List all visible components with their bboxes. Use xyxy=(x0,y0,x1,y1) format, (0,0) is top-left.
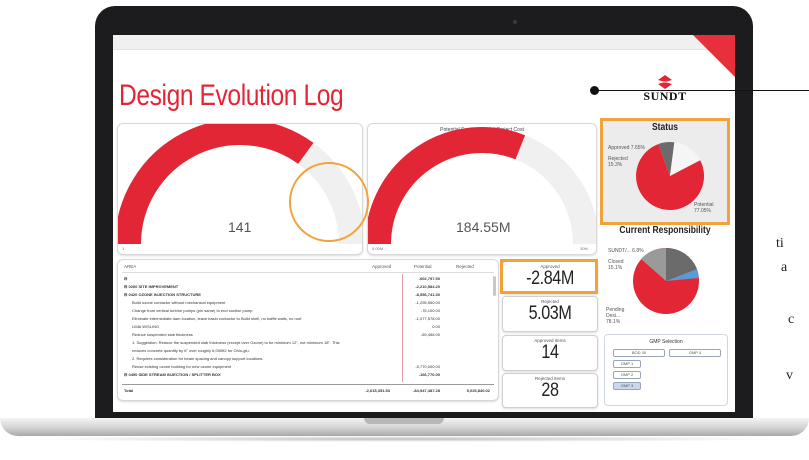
header-approved[interactable]: Approved xyxy=(372,264,391,269)
table-cell-potential: -1,295,550.00 xyxy=(415,300,440,305)
logo-text: SUNDT xyxy=(643,89,687,103)
table-cell-potential: -8,556,741.30 xyxy=(415,292,440,297)
highlight-box-status xyxy=(600,118,730,225)
header-divider xyxy=(122,272,494,273)
callout-line xyxy=(595,90,809,91)
total-approved: -2,615,351.53 xyxy=(365,388,390,393)
table-cell-potential: -1,077,578.00 xyxy=(415,316,440,321)
kpi-rejected[interactable]: Rejected 5.03M xyxy=(502,296,598,332)
side-text-fragment: ti xyxy=(776,236,784,251)
table-row-label[interactable]: ⊟ 0490 SIDE STREAM INJECTION / SPLITTER … xyxy=(124,372,221,377)
side-text-fragment: v xyxy=(786,368,793,383)
table-row-label[interactable]: Reduce suspended slab thickness xyxy=(132,332,193,337)
laptop-notch xyxy=(364,418,444,424)
header-area[interactable]: AREA xyxy=(124,264,136,269)
column-divider xyxy=(402,274,403,382)
dashboard-screen: Design Evolution Log SUNDT Open DEL Item… xyxy=(113,35,735,412)
kpi-value: 5.03M xyxy=(528,303,572,324)
gmp-title: GMP Selection xyxy=(649,339,683,345)
report-top-bar xyxy=(113,35,735,50)
gmp-button-gmp3[interactable]: GMP 3 xyxy=(613,382,641,390)
header-rejected[interactable]: Rejected xyxy=(456,264,474,269)
total-rejected: 5,025,840.02 xyxy=(466,388,490,393)
highlight-circle-gauge xyxy=(289,162,369,242)
gauge-value: 184.55M xyxy=(456,219,511,235)
header-potential[interactable]: Potential xyxy=(414,264,432,269)
kpi-value: 28 xyxy=(541,380,559,401)
total-divider xyxy=(122,384,494,385)
table-row-label[interactable]: Eliminate intermediate dam location, lea… xyxy=(132,316,301,321)
table-row-label[interactable]: 2. Requires consideration for beam spaci… xyxy=(132,356,263,361)
company-logo: SUNDT xyxy=(635,75,695,109)
laptop-shadow xyxy=(20,436,789,442)
webcam-icon xyxy=(513,20,517,24)
kpi-value: 14 xyxy=(541,342,559,363)
gmp-button-gmp2[interactable]: GMP 2 xyxy=(613,371,641,379)
gauge-max-label: 30M xyxy=(580,246,588,251)
gmp-button-gmp4[interactable]: GMP 4 xyxy=(669,349,721,357)
responsibility-label-closed: Closed 15.1% xyxy=(608,259,624,271)
table-cell-potential: 0.00 xyxy=(432,324,440,329)
table-row-label[interactable]: ⊟ 0420 OZONE INJECTION STRUCTURE xyxy=(124,292,201,297)
table-row-label[interactable]: ⊟ 0200 SITE IMPROVEMENT xyxy=(124,284,178,289)
gauge-min-label: 5.00M xyxy=(372,246,384,251)
table-row-label[interactable]: Reuse existing ozone building for new oz… xyxy=(132,364,231,369)
table-scrollbar[interactable] xyxy=(493,276,496,296)
side-text-fragment: a xyxy=(781,260,788,275)
kpi-approved-items[interactable]: Approved Items 14 xyxy=(502,335,598,371)
highlight-box-approved xyxy=(500,259,598,294)
gauge-min-label: 1 xyxy=(122,246,125,251)
responsibility-label-pending: Pending Desi... 78.1% xyxy=(606,307,625,325)
current-responsibility-card[interactable]: Current Responsibility SUNDT/... 6.8% Cl… xyxy=(602,223,728,333)
page-title: Design Evolution Log xyxy=(119,79,344,112)
del-table[interactable]: AREA Approved Potential Rejected Total -… xyxy=(117,259,499,401)
kpi-rejected-items[interactable]: Rejected Items 28 xyxy=(502,373,598,408)
table-cell-potential: -2,210,584.20 xyxy=(415,284,440,289)
total-potential: -84,547,487.28 xyxy=(413,388,440,393)
gmp-button-gmp1[interactable]: GMP 1 xyxy=(613,360,641,368)
gmp-button-bod30[interactable]: BOD 30 xyxy=(613,349,665,357)
table-row-label[interactable]: reduces concrete quantity by 6" over rou… xyxy=(132,348,250,353)
table-cell-potential: -5,770,000.00 xyxy=(415,364,440,369)
gmp-selection-slicer[interactable]: GMP Selection BOD 30 GMP 4 GMP 1 GMP 2 G… xyxy=(604,334,728,406)
total-label: Total xyxy=(124,388,134,393)
table-cell-potential: -166,770.00 xyxy=(418,372,440,377)
table-row-label[interactable]: LIMA W/SLING xyxy=(132,324,159,329)
table-row-label[interactable]: ⊟ xyxy=(124,276,127,281)
table-row-label[interactable]: 1. Suggestion: Reduce the suspended slab… xyxy=(132,340,340,345)
table-cell-potential: -76,100.00 xyxy=(420,308,440,313)
sundt-logo-icon xyxy=(658,75,672,89)
table-row-label[interactable]: Build ozone contactor without mechanical… xyxy=(132,300,225,305)
table-cell-potential: -602,797.50 xyxy=(418,276,440,281)
red-corner-decoration xyxy=(693,35,735,77)
responsibility-label-sundt: SUNDT/... 6.8% xyxy=(608,248,644,254)
potential-savings-gauge[interactable]: Potential Savings of total Project Cost … xyxy=(367,123,597,255)
table-cell-potential: -69,456.00 xyxy=(420,332,440,337)
gauge-value: 141 xyxy=(228,219,252,235)
table-row-label[interactable]: Change from vertical turbine pumps (pin … xyxy=(132,308,253,313)
side-text-fragment: c xyxy=(788,312,795,327)
